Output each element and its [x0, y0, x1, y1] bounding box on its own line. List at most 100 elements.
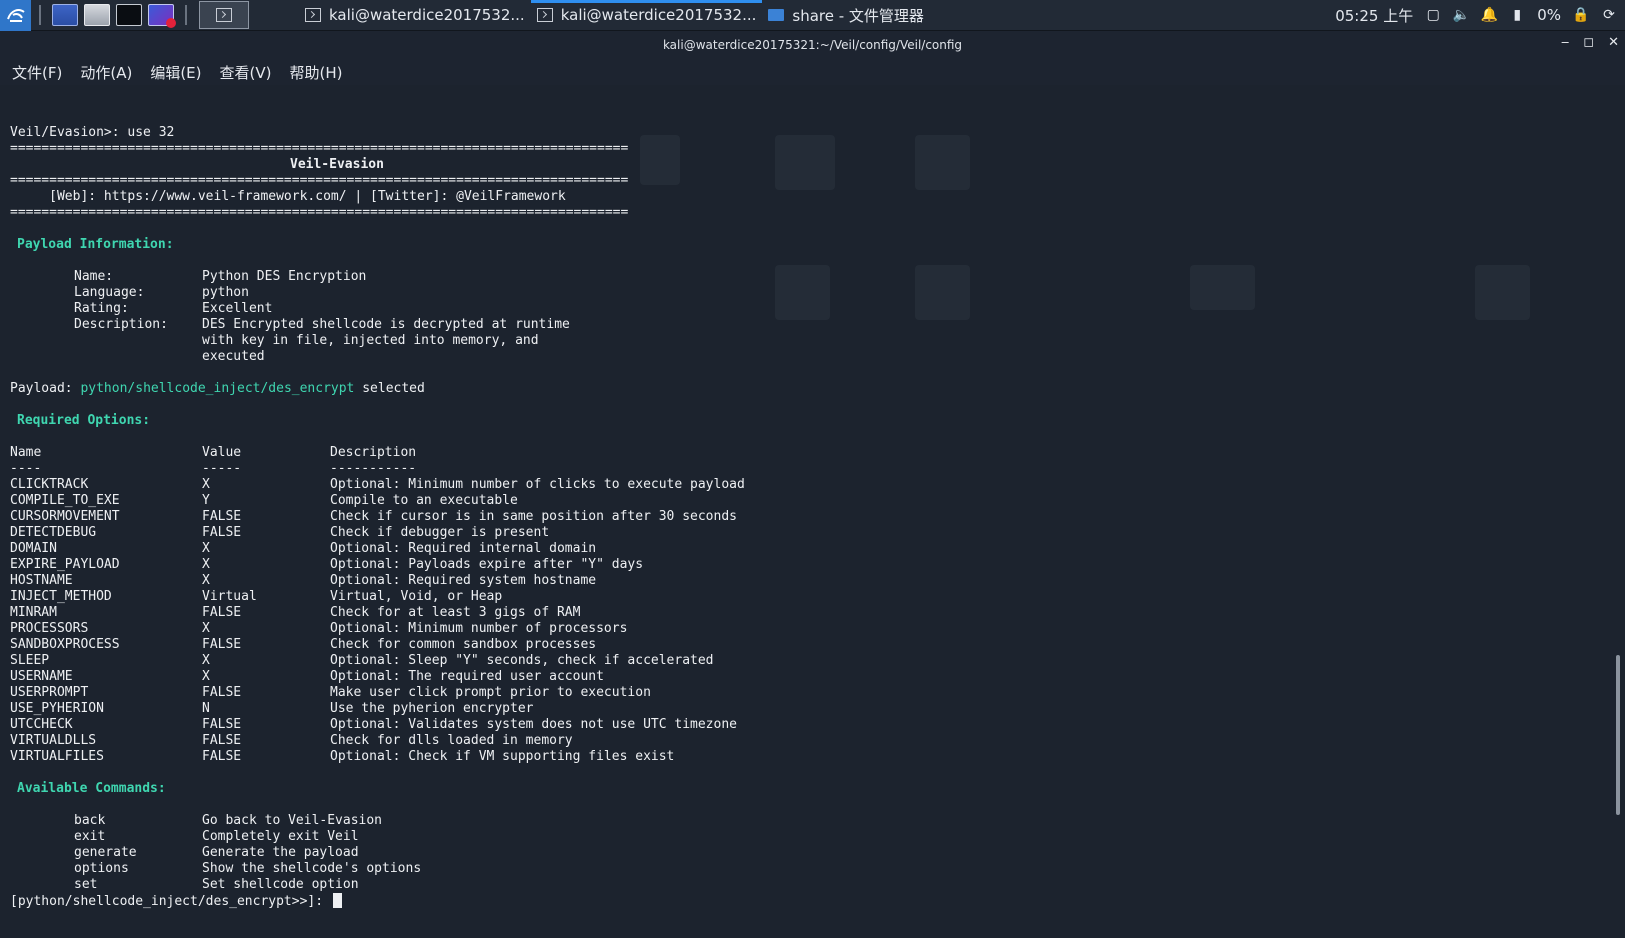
- shell-prompt[interactable]: [python/shellcode_inject/des_encrypt>>]:: [10, 893, 342, 909]
- menu-file[interactable]: 文件(F): [12, 62, 62, 83]
- option-value: X: [202, 557, 210, 572]
- task-terminal-2[interactable]: kali@waterdice2017532...: [530, 0, 763, 31]
- task-terminal-1[interactable]: kali@waterdice2017532...: [299, 0, 531, 31]
- window-titlebar[interactable]: kali@waterdice20175321:~/Veil/config/Vei…: [0, 31, 1625, 59]
- option-name: SANDBOXPROCESS: [10, 637, 120, 652]
- menu-edit[interactable]: 编辑(E): [150, 62, 201, 83]
- option-value: N: [202, 701, 210, 716]
- menu-help[interactable]: 帮助(H): [289, 62, 342, 83]
- command-name: options: [74, 861, 129, 876]
- option-value: FALSE: [202, 685, 242, 700]
- terminal-output[interactable]: Veil/Evasion>: use 32 ==================…: [0, 85, 1625, 938]
- options-underline-description: -----------: [330, 461, 417, 476]
- option-name: INJECT_METHOD: [10, 589, 112, 604]
- payload-info-header: Payload Information:: [17, 237, 174, 252]
- display-icon[interactable]: ▢: [1425, 7, 1441, 23]
- command-description: Go back to Veil-Evasion: [202, 813, 383, 828]
- refresh-icon[interactable]: ⟳: [1601, 7, 1617, 23]
- payload-path: python/shellcode_inject/des_encrypt: [80, 381, 355, 396]
- background-ghost: [775, 135, 835, 190]
- required-options-header: Required Options:: [17, 413, 151, 428]
- scrollbar[interactable]: [1616, 655, 1620, 815]
- battery-percent: 0%: [1537, 6, 1561, 24]
- background-ghost: [640, 135, 680, 185]
- folder-icon: [768, 9, 785, 21]
- info-description-label: Description:: [74, 317, 168, 332]
- option-description: Optional: Required system hostname: [330, 573, 597, 588]
- battery-icon[interactable]: ▮: [1509, 7, 1525, 23]
- command-name: back: [74, 813, 106, 828]
- terminal-icon: [305, 8, 321, 22]
- notification-bell-icon[interactable]: 🔔: [1480, 7, 1497, 23]
- workspace-terminal-icon[interactable]: [199, 1, 249, 29]
- info-description-line: with key in file, injected into memory, …: [202, 333, 539, 348]
- option-description: Check for dlls loaded in memory: [330, 733, 573, 748]
- option-value: FALSE: [202, 525, 242, 540]
- option-name: COMPILE_TO_EXE: [10, 493, 120, 508]
- file-manager-icon[interactable]: [84, 4, 110, 26]
- banner-rule: ========================================…: [10, 141, 629, 156]
- option-description: Optional: Sleep "Y" seconds, check if ac…: [330, 653, 714, 668]
- command-description: Generate the payload: [202, 845, 359, 860]
- option-value: FALSE: [202, 605, 242, 620]
- menu-view[interactable]: 查看(V): [220, 62, 272, 83]
- menu-bar: 文件(F) 动作(A) 编辑(E) 查看(V) 帮助(H): [0, 59, 1625, 85]
- option-name: HOSTNAME: [10, 573, 73, 588]
- task-label: kali@waterdice2017532...: [560, 6, 757, 24]
- option-description: Use the pyherion encrypter: [330, 701, 534, 716]
- option-value: X: [202, 541, 210, 556]
- info-name-label: Name:: [74, 269, 114, 284]
- info-rating-value: Excellent: [202, 301, 273, 316]
- option-description: Optional: Required internal domain: [330, 541, 597, 556]
- option-description: Check if debugger is present: [330, 525, 550, 540]
- task-file-manager[interactable]: share - 文件管理器: [762, 0, 930, 31]
- banner-rule: ========================================…: [10, 173, 629, 188]
- taskbar-separator: [39, 5, 41, 25]
- banner-links: [Web]: https://www.veil-framework.com/ |…: [10, 189, 566, 204]
- option-value: FALSE: [202, 749, 242, 764]
- background-ghost: [775, 265, 830, 320]
- info-language-label: Language:: [74, 285, 145, 300]
- command-description: Completely exit Veil: [202, 829, 359, 844]
- options-header-value: Value: [202, 445, 242, 460]
- option-name: DETECTDEBUG: [10, 525, 97, 540]
- option-name: USERNAME: [10, 669, 73, 684]
- option-value: X: [202, 477, 210, 492]
- option-name: USERPROMPT: [10, 685, 89, 700]
- option-value: Y: [202, 493, 210, 508]
- maximize-icon[interactable]: ◻: [1583, 35, 1594, 50]
- option-name: SLEEP: [10, 653, 50, 668]
- option-description: Optional: Minimum number of processors: [330, 621, 628, 636]
- volume-icon[interactable]: 🔈: [1452, 7, 1469, 23]
- option-description: Optional: The required user account: [330, 669, 604, 684]
- minimize-icon[interactable]: ‒: [1561, 35, 1569, 50]
- info-language-value: python: [202, 285, 249, 300]
- option-value: X: [202, 573, 210, 588]
- command-line: Veil/Evasion>: use 32: [10, 125, 175, 140]
- options-header-name: Name: [10, 445, 42, 460]
- option-value: X: [202, 653, 210, 668]
- option-description: Optional: Minimum number of clicks to ex…: [330, 477, 745, 492]
- task-label: share - 文件管理器: [792, 6, 924, 25]
- terminal-launcher-icon[interactable]: [116, 4, 142, 26]
- options-underline-name: ----: [10, 461, 42, 476]
- option-name: USE_PYHERION: [10, 701, 104, 716]
- option-name: MINRAM: [10, 605, 57, 620]
- option-description: Compile to an executable: [330, 493, 518, 508]
- browser-launcher-icon[interactable]: [148, 4, 176, 28]
- option-value: X: [202, 669, 210, 684]
- prompt-text: [python/shellcode_inject/des_encrypt>>]:: [10, 894, 331, 909]
- option-name: CURSORMOVEMENT: [10, 509, 120, 524]
- command-name: generate: [74, 845, 137, 860]
- info-name-value: Python DES Encryption: [202, 269, 367, 284]
- command-description: Show the shellcode's options: [202, 861, 422, 876]
- lock-icon[interactable]: 🔒: [1572, 7, 1589, 23]
- payload-selected-line: Payload: python/shellcode_inject/des_enc…: [10, 381, 425, 397]
- show-desktop-icon[interactable]: [52, 4, 78, 26]
- clock[interactable]: 05:25 上午: [1335, 5, 1413, 26]
- options-header-description: Description: [330, 445, 417, 460]
- kali-menu-icon[interactable]: [0, 0, 31, 31]
- menu-action[interactable]: 动作(A): [80, 62, 132, 83]
- close-icon[interactable]: ✕: [1608, 35, 1619, 50]
- available-commands-header: Available Commands:: [17, 781, 166, 796]
